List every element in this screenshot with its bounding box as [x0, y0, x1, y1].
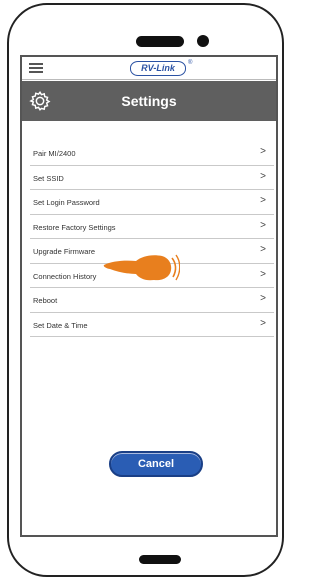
- menu-item-reboot[interactable]: Reboot >: [30, 288, 274, 313]
- phone-speaker: [136, 36, 184, 47]
- cancel-button[interactable]: Cancel: [109, 451, 203, 477]
- menu-item-label: Set Date & Time: [33, 320, 88, 330]
- menu-item-restore-factory-settings[interactable]: Restore Factory Settings >: [30, 215, 274, 239]
- menu-item-label: Restore Factory Settings: [33, 222, 116, 232]
- menu-item-label: Connection History: [33, 271, 97, 281]
- menu-item-label: Pair MI/2400: [33, 149, 76, 158]
- menu-item-set-ssid[interactable]: Set SSID >: [30, 166, 274, 190]
- app-screen: RV-Link ® Settings Pair MI/2400 > Set SS…: [20, 55, 278, 537]
- menu-item-pair[interactable]: Pair MI/2400 >: [30, 141, 274, 166]
- chevron-right-icon: >: [260, 244, 266, 255]
- app-bar: RV-Link ®: [22, 57, 276, 80]
- chevron-right-icon: >: [260, 293, 266, 304]
- hamburger-menu-icon[interactable]: [29, 63, 43, 73]
- pointing-hand-icon: [103, 254, 180, 281]
- menu-item-set-login-password[interactable]: Set Login Password >: [30, 190, 274, 215]
- chevron-right-icon: >: [260, 219, 266, 231]
- menu-item-set-date-time[interactable]: Set Date & Time >: [30, 313, 274, 337]
- settings-menu: Pair MI/2400 > Set SSID > Set Login Pass…: [30, 141, 274, 337]
- phone-home-button[interactable]: [139, 555, 181, 564]
- menu-item-label: Set SSID: [33, 173, 64, 183]
- chevron-right-icon: >: [260, 268, 266, 280]
- title-bar: Settings: [22, 81, 276, 121]
- menu-item-label: Reboot: [33, 296, 58, 305]
- rv-link-logo: RV-Link: [130, 61, 186, 76]
- logo-registered-mark: ®: [188, 60, 193, 66]
- chevron-right-icon: >: [260, 195, 266, 206]
- page-title: Settings: [121, 93, 177, 109]
- chevron-right-icon: >: [260, 170, 266, 182]
- chevron-right-icon: >: [260, 317, 266, 329]
- phone-camera: [197, 35, 209, 47]
- chevron-right-icon: >: [260, 146, 266, 157]
- menu-item-label: Set Login Password: [33, 198, 100, 207]
- menu-item-label: Upgrade Firmware: [33, 247, 96, 256]
